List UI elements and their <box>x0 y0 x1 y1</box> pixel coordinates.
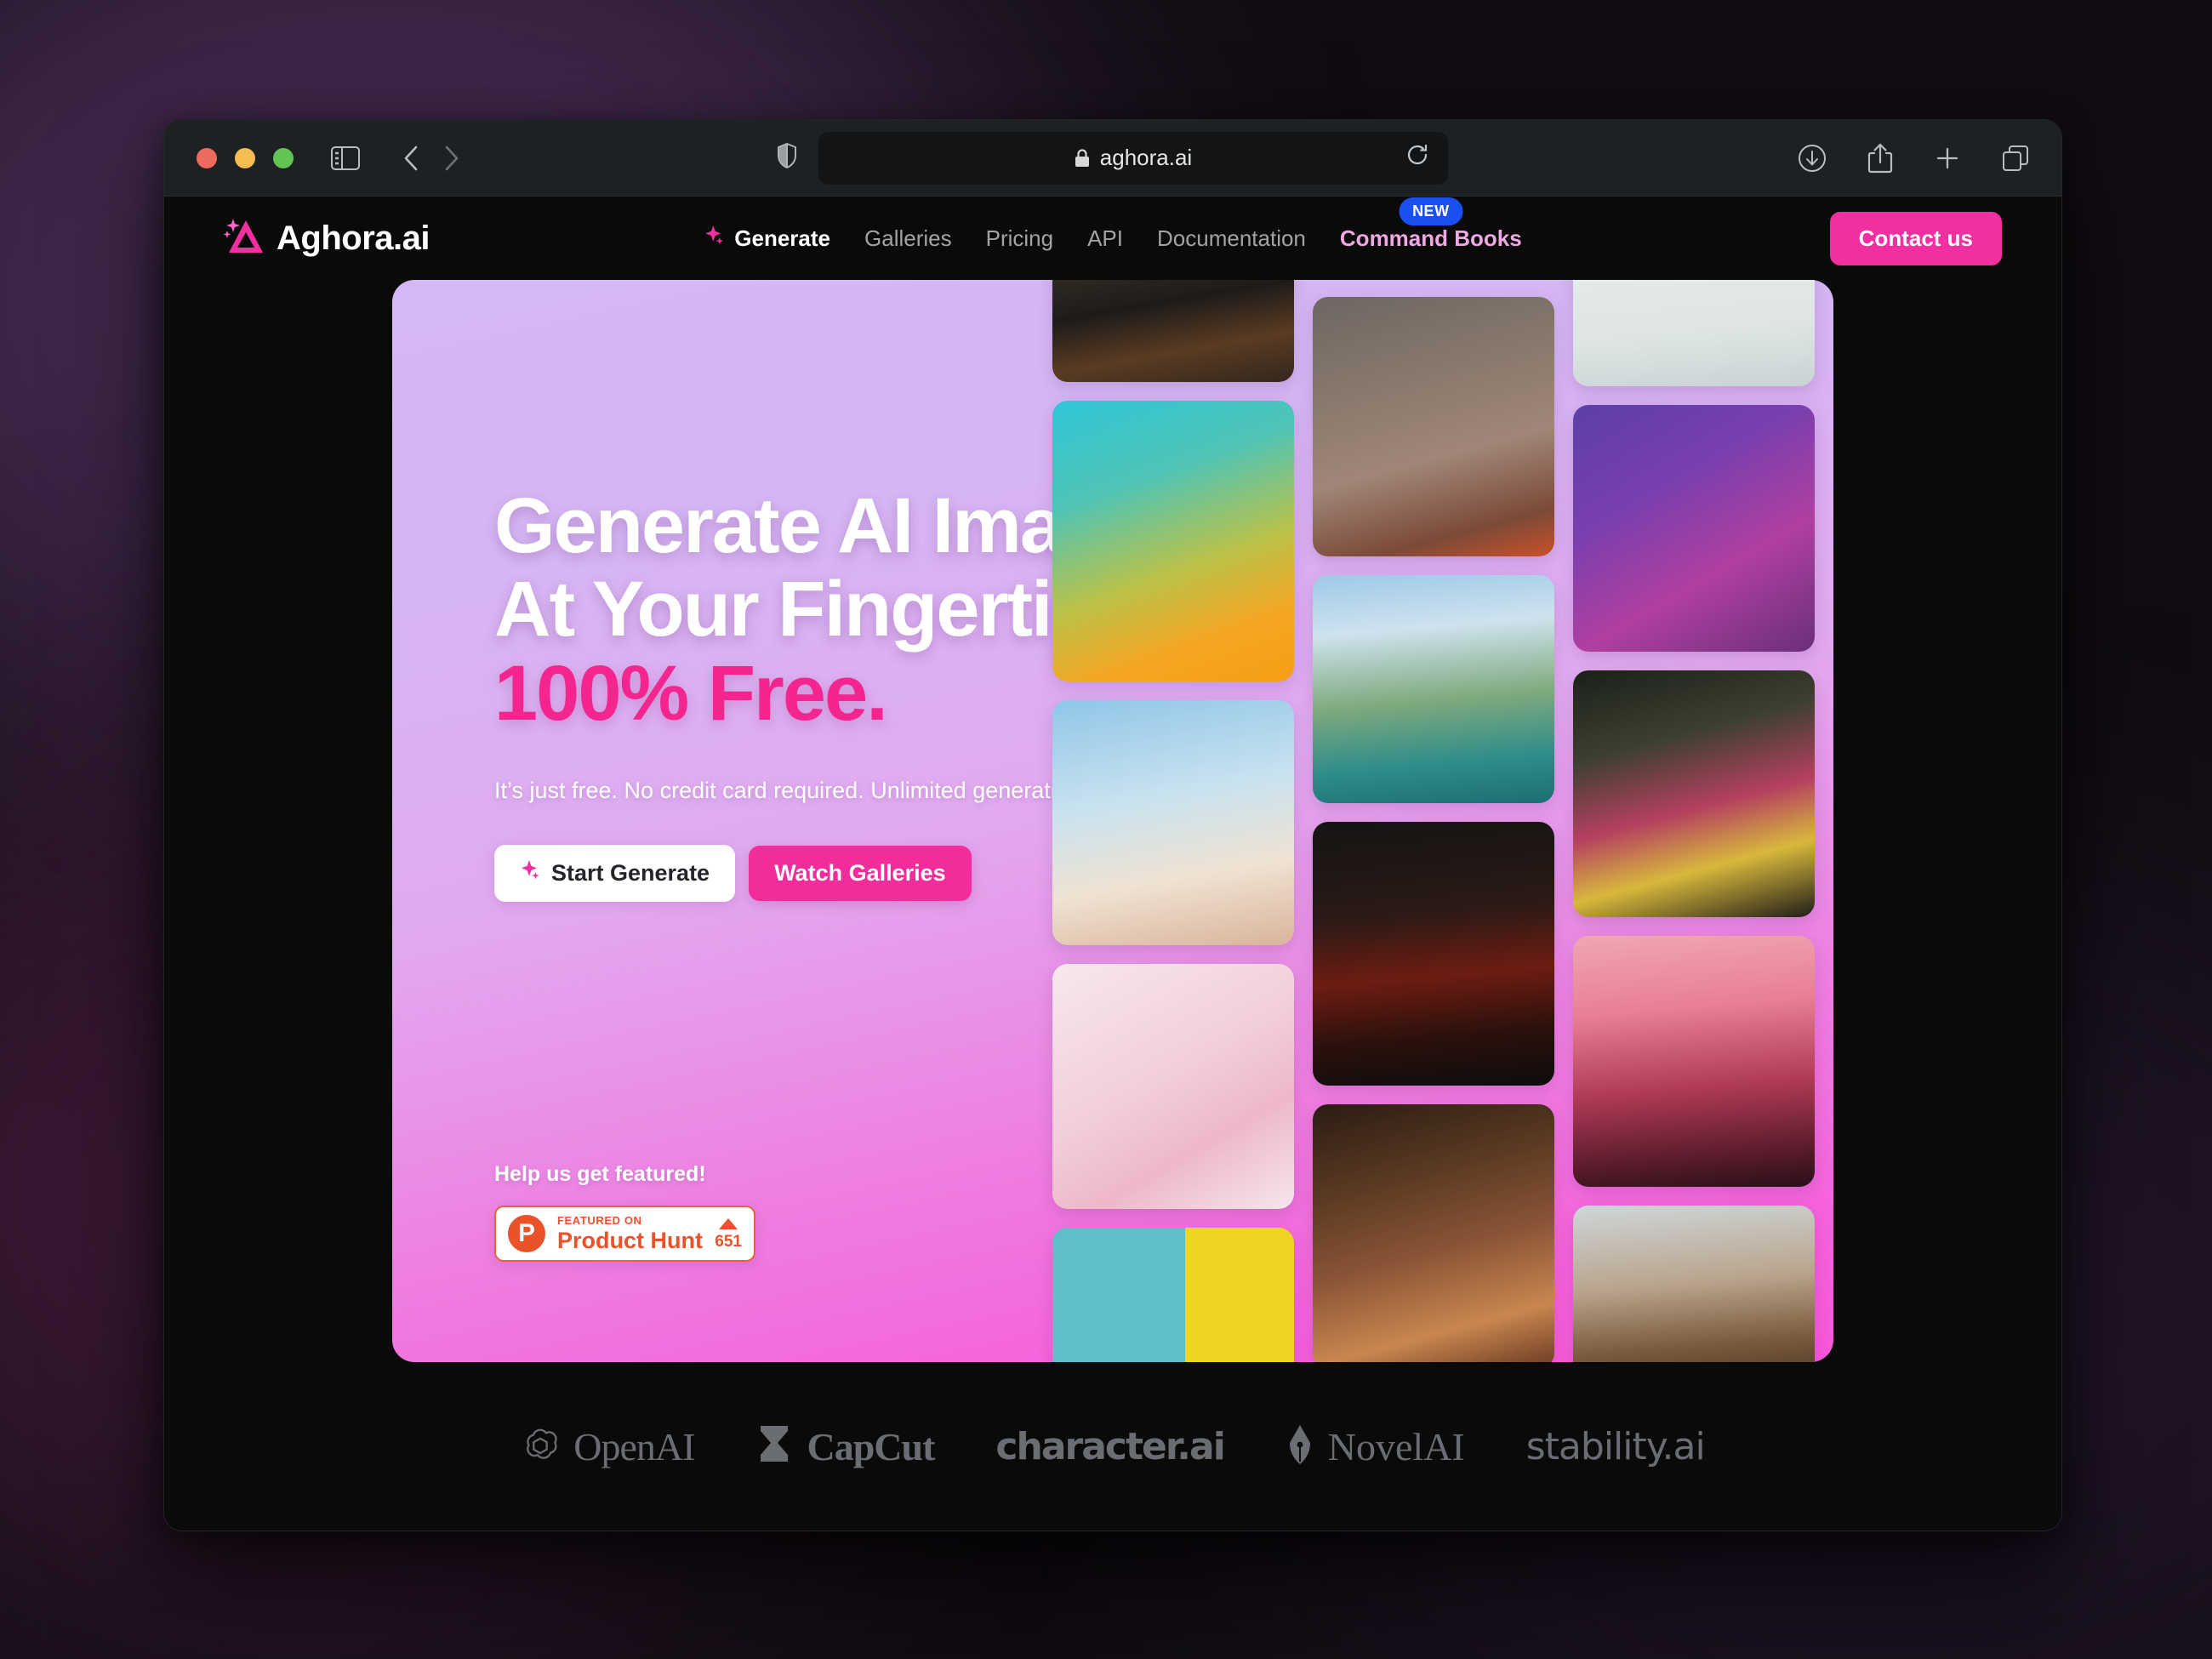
product-hunt-logo-icon: P <box>508 1215 545 1252</box>
brand-name: Aghora.ai <box>276 219 430 257</box>
window-traffic-lights <box>197 147 294 168</box>
sparkle-icon <box>520 859 540 887</box>
mosaic-column-2 <box>1313 297 1554 1362</box>
nav-item-pricing[interactable]: Pricing <box>969 225 1070 252</box>
reload-icon[interactable] <box>1405 143 1429 173</box>
new-badge: NEW <box>1399 197 1463 225</box>
product-hunt-eyebrow: FEATURED ON <box>557 1214 642 1227</box>
close-window-button[interactable] <box>197 147 217 168</box>
gallery-image-basketball-dunk-gradient[interactable] <box>1052 401 1294 681</box>
gallery-image-red-cloak-misty-fjord[interactable] <box>1573 280 1815 386</box>
partner-character-ai[interactable]: character.ai <box>965 1425 1254 1468</box>
gallery-image-cold-cola-glass[interactable] <box>1313 822 1554 1086</box>
hero-section: Generate AI Images. At Your Fingertips. … <box>392 280 1833 1362</box>
gallery-image-woman-orange-juice-cafe[interactable] <box>1313 1104 1554 1362</box>
maximize-window-button[interactable] <box>273 147 294 168</box>
featured-label: Help us get featured! <box>494 1162 706 1186</box>
back-arrow-icon[interactable] <box>402 145 419 172</box>
nav-item-galleries[interactable]: Galleries <box>847 225 969 252</box>
nav-label-generate: Generate <box>734 225 831 251</box>
url-input[interactable]: aghora.ai <box>818 131 1448 185</box>
downloads-icon[interactable] <box>1798 144 1827 173</box>
product-hunt-text: FEATURED ON Product Hunt <box>557 1215 703 1252</box>
site-header: Aghora.ai Generate Galleries Pricing API… <box>164 197 2061 280</box>
sparkle-icon <box>704 225 724 253</box>
gallery-image-mangrove-sunset-reflection[interactable] <box>1052 280 1294 382</box>
product-hunt-badge[interactable]: P FEATURED ON Product Hunt 651 <box>494 1206 755 1262</box>
novelai-nib-logo <box>1286 1424 1314 1469</box>
minimize-window-button[interactable] <box>235 147 255 168</box>
gallery-image-berry-smoothie-blender[interactable] <box>1573 670 1815 917</box>
partner-name-stability-ai: stability.ai <box>1525 1424 1706 1468</box>
partner-name-capcut: CapCut <box>807 1424 935 1468</box>
address-bar-area: aghora.ai <box>778 131 1448 185</box>
gallery-image-strawberry-milkshake-clouds[interactable] <box>1052 700 1294 945</box>
start-generate-label: Start Generate <box>551 860 710 887</box>
product-hunt-upvote[interactable]: 651 <box>715 1217 742 1251</box>
browser-window: aghora.ai Aghora.ai Generate Galleries P… <box>163 119 2062 1531</box>
gallery-image-portrait-glitter-freckles[interactable] <box>1313 297 1554 556</box>
nav-item-command-books[interactable]: NEW Command Books <box>1323 197 1539 252</box>
contact-us-button[interactable]: Contact us <box>1829 211 2002 265</box>
gallery-image-soldier-pink-grass-field[interactable] <box>1573 936 1815 1187</box>
gallery-image-cat-purple-neon-plants[interactable] <box>1573 405 1815 652</box>
partner-name-novelai: NovelAI <box>1327 1424 1465 1468</box>
partner-logos: OpenAI CapCut character.ai NovelAI stabi… <box>164 1362 2061 1531</box>
nav-item-generate[interactable]: Generate <box>687 225 847 253</box>
main-navigation: Generate Galleries Pricing API Documenta… <box>687 197 1539 253</box>
image-mosaic <box>1034 280 1833 1362</box>
nav-item-documentation[interactable]: Documentation <box>1140 225 1323 252</box>
privacy-shield-icon[interactable] <box>778 142 796 173</box>
share-icon[interactable] <box>1867 143 1893 174</box>
partner-name-character-ai: character.ai <box>995 1424 1225 1468</box>
nav-label-command-books: Command Books <box>1339 225 1522 251</box>
navigation-arrows <box>402 145 460 172</box>
url-text: aghora.ai <box>1099 145 1193 170</box>
watch-galleries-button[interactable]: Watch Galleries <box>749 846 972 902</box>
partner-capcut[interactable]: CapCut <box>725 1424 965 1469</box>
gallery-image-pink-donut-box[interactable] <box>1052 964 1294 1209</box>
gallery-image-teal-yellow-vase[interactable] <box>1052 1228 1294 1362</box>
mosaic-column-1 <box>1052 280 1294 1362</box>
web-page: Aghora.ai Generate Galleries Pricing API… <box>164 197 2061 1531</box>
lock-icon <box>1075 148 1090 168</box>
forward-arrow-icon[interactable] <box>443 145 460 172</box>
partner-stability-ai[interactable]: stability.ai <box>1496 1425 1736 1468</box>
gallery-image-aerial-coastal-city[interactable] <box>1313 575 1554 803</box>
start-generate-button[interactable]: Start Generate <box>494 845 736 903</box>
upvote-count: 651 <box>715 1232 742 1251</box>
partner-openai[interactable]: OpenAI <box>490 1424 725 1469</box>
product-hunt-name: Product Hunt <box>557 1228 703 1253</box>
nav-item-api[interactable]: API <box>1070 225 1140 252</box>
upvote-triangle-icon <box>719 1217 738 1229</box>
tab-overview-icon[interactable] <box>2002 145 2029 172</box>
mosaic-column-3 <box>1573 280 1815 1362</box>
partner-novelai[interactable]: NovelAI <box>1255 1424 1496 1469</box>
brand-logo[interactable]: Aghora.ai <box>223 217 430 260</box>
toolbar-right-actions <box>1798 143 2029 174</box>
partner-name-openai: OpenAI <box>573 1424 695 1468</box>
openai-logo <box>521 1425 560 1468</box>
gallery-image-bronze-figure-sky[interactable] <box>1573 1206 1815 1362</box>
capcut-logo <box>755 1424 793 1469</box>
sparkle-triangle-logo <box>223 217 265 260</box>
new-tab-icon[interactable] <box>1934 145 1961 172</box>
featured-block: Help us get featured! P FEATURED ON Prod… <box>494 1162 755 1262</box>
browser-toolbar: aghora.ai <box>164 120 2061 197</box>
sidebar-toggle-icon[interactable] <box>331 145 360 170</box>
